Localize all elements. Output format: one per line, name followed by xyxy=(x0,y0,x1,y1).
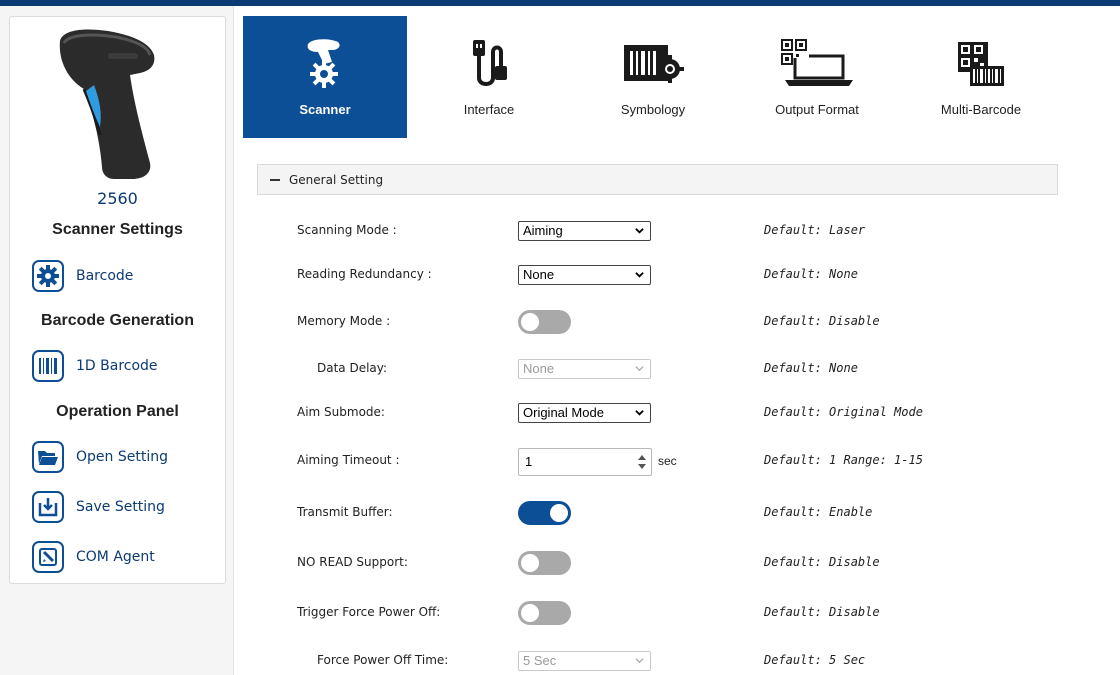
general-setting-title: General Setting xyxy=(289,172,384,187)
tab-multi-barcode[interactable]: Multi-Barcode xyxy=(899,16,1063,138)
scanner-device-image xyxy=(59,29,155,179)
tab-label: Output Format xyxy=(775,102,859,117)
sidebar-item-open-setting[interactable]: Open Setting xyxy=(32,441,168,473)
aiming-timeout-input[interactable]: 1 xyxy=(518,448,652,476)
save-download-icon xyxy=(32,491,64,523)
trigger-force-power-off-toggle[interactable] xyxy=(518,601,571,625)
tab-interface[interactable]: Interface xyxy=(407,16,571,138)
left-column: 2560 Scanner Settings Barcode Barcode Ge… xyxy=(0,6,234,675)
transmit-buffer-toggle[interactable] xyxy=(518,501,571,525)
sidebar-item-label: 1D Barcode xyxy=(76,358,158,374)
barcode-gear-icon xyxy=(571,36,735,90)
default-note: Default: Laser xyxy=(764,223,866,237)
tab-label: Interface xyxy=(463,102,515,117)
aim-submode-select[interactable]: Original Mode xyxy=(518,403,651,423)
default-note: Default: Disable xyxy=(764,605,880,619)
sidebar-item-label: Barcode xyxy=(76,268,134,284)
default-note: Default: Disable xyxy=(764,555,880,569)
select-value: None xyxy=(523,267,555,282)
barcode-icon xyxy=(32,350,64,382)
section-title-scanner-settings: Scanner Settings xyxy=(52,221,183,238)
setting-row-aim-submode: Aim Submode: Original Mode Default: Orig… xyxy=(257,400,1058,426)
setting-label: Reading Redundancy : xyxy=(297,267,432,281)
usb-cable-icon xyxy=(407,36,571,90)
tab-label: Multi-Barcode xyxy=(940,102,1022,117)
collapse-minus-icon xyxy=(270,178,280,181)
device-model: 2560 xyxy=(97,189,138,208)
toggle-knob xyxy=(521,604,539,622)
toggle-knob xyxy=(550,504,568,522)
default-note: Default: Original Mode xyxy=(764,405,923,419)
sidebar-item-com-agent[interactable]: COM Agent xyxy=(32,541,155,573)
input-value: 1 xyxy=(525,454,533,469)
scanning-mode-select[interactable]: Aiming xyxy=(518,221,651,241)
setting-label: Scanning Mode : xyxy=(297,223,397,237)
force-power-off-time-select: 5 Sec xyxy=(518,651,651,671)
select-value: Original Mode xyxy=(523,405,604,420)
scanner-gear-icon xyxy=(243,36,407,90)
tab-output-format[interactable]: Output Format xyxy=(735,16,899,138)
tab-scanner[interactable]: Scanner xyxy=(243,16,407,138)
select-value: Aiming xyxy=(523,223,563,238)
tab-symbology[interactable]: Symbology xyxy=(571,16,735,138)
toggle-knob xyxy=(521,313,539,331)
setting-label: Force Power Off Time: xyxy=(317,653,449,667)
default-note: Default: Enable xyxy=(764,505,873,519)
select-value: None xyxy=(523,361,555,376)
sidebar: 2560 Scanner Settings Barcode Barcode Ge… xyxy=(9,16,226,584)
setting-row-force-power-off-time: Force Power Off Time: 5 Sec Default: 5 S… xyxy=(257,648,1058,674)
chevron-down-icon xyxy=(635,366,644,372)
default-note: Default: 1 Range: 1-15 xyxy=(764,453,923,467)
laptop-qr-icon xyxy=(735,36,899,90)
setting-row-reading-redundancy: Reading Redundancy : None Default: None xyxy=(257,262,1058,288)
multi-barcode-icon xyxy=(899,36,1063,90)
com-agent-icon xyxy=(32,541,64,573)
tab-label: Symbology xyxy=(620,102,686,117)
setting-label: Data Delay: xyxy=(317,361,388,375)
default-note: Default: None xyxy=(764,361,858,375)
general-setting-header[interactable]: General Setting xyxy=(257,164,1058,195)
setting-row-data-delay: Data Delay: None Default: None xyxy=(257,356,1058,382)
setting-row-aiming-timeout: Aiming Timeout : 1 sec Default: 1 Range:… xyxy=(257,448,1058,476)
tab-label: Scanner xyxy=(299,102,351,117)
default-note: Default: None xyxy=(764,267,858,281)
chevron-down-icon xyxy=(635,272,644,278)
section-title-operation-panel: Operation Panel xyxy=(56,403,179,420)
sidebar-item-barcode[interactable]: Barcode xyxy=(32,260,133,292)
data-delay-select: None xyxy=(518,359,651,379)
setting-row-scanning-mode: Scanning Mode : Aiming Default: Laser xyxy=(257,218,1058,244)
default-note: Default: Disable xyxy=(764,314,880,328)
section-title-barcode-generation: Barcode Generation xyxy=(41,312,194,329)
setting-label: Aiming Timeout : xyxy=(297,453,400,467)
setting-row-trigger-force-power-off: Trigger Force Power Off: Default: Disabl… xyxy=(257,600,1058,626)
sidebar-item-1d-barcode[interactable]: 1D Barcode xyxy=(32,350,158,382)
setting-label: Trigger Force Power Off: xyxy=(297,605,441,619)
chevron-down-icon xyxy=(635,410,644,416)
sidebar-item-label: Save Setting xyxy=(76,499,165,515)
setting-label: NO READ Support: xyxy=(297,555,408,569)
setting-label: Aim Submode: xyxy=(297,405,385,419)
memory-mode-toggle[interactable] xyxy=(518,310,571,334)
toggle-knob xyxy=(521,554,539,572)
chevron-down-icon xyxy=(635,658,644,664)
gear-icon xyxy=(32,260,64,292)
setting-row-no-read-support: NO READ Support: Default: Disable xyxy=(257,550,1058,576)
reading-redundancy-select[interactable]: None xyxy=(518,265,651,285)
default-note: Default: 5 Sec xyxy=(764,653,866,667)
setting-row-memory-mode: Memory Mode : Default: Disable xyxy=(257,309,1058,335)
no-read-support-toggle[interactable] xyxy=(518,551,571,575)
setting-row-transmit-buffer: Transmit Buffer: Default: Enable xyxy=(257,500,1058,526)
sidebar-item-label: COM Agent xyxy=(76,549,155,565)
sidebar-item-save-setting[interactable]: Save Setting xyxy=(32,491,165,523)
select-value: 5 Sec xyxy=(523,653,557,668)
spinner-arrows-icon[interactable] xyxy=(636,452,648,472)
sidebar-item-label: Open Setting xyxy=(76,449,168,465)
folder-open-icon xyxy=(32,441,64,473)
setting-label: Transmit Buffer: xyxy=(297,505,393,519)
setting-label: Memory Mode : xyxy=(297,314,391,328)
chevron-down-icon xyxy=(635,228,644,234)
unit-label: sec xyxy=(658,454,677,468)
